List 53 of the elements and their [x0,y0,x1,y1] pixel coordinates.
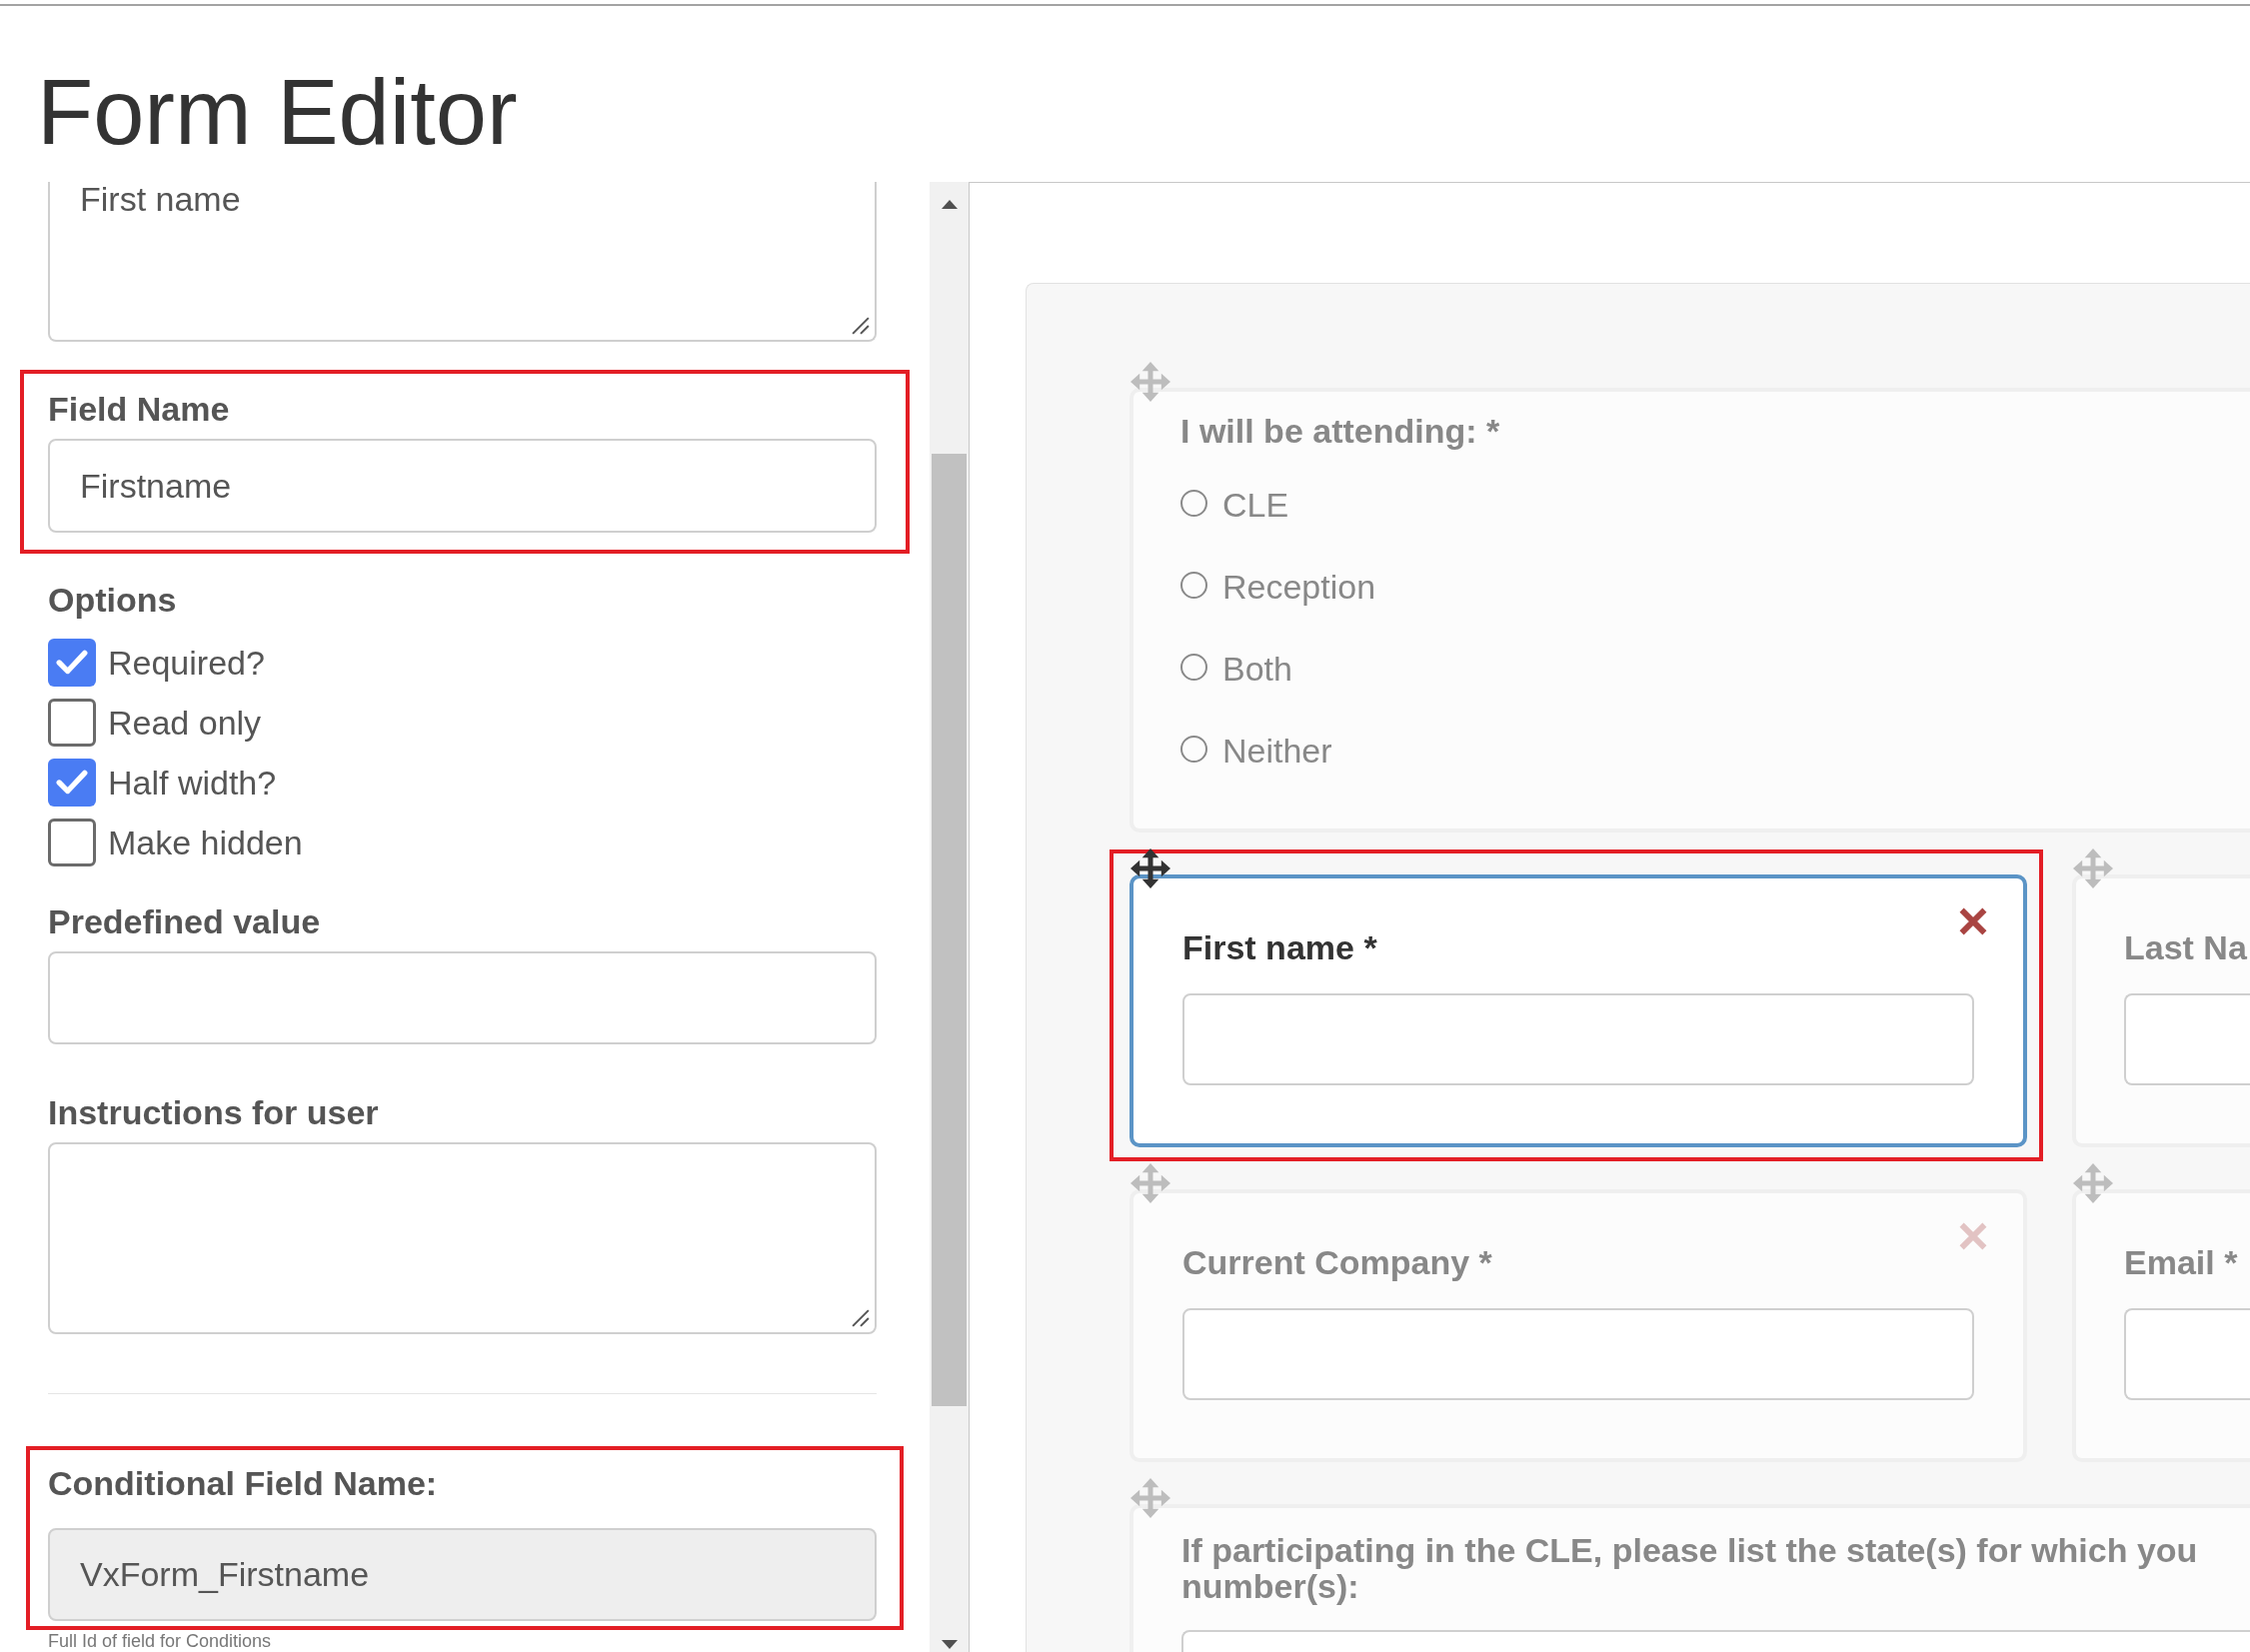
field-label: If participating in the CLE, please list the state(s) for which you number(s): [1181,1532,2198,1604]
field-label: Conditional Field Name: [48,1463,438,1503]
checkbox[interactable] [48,639,96,687]
down-triangle-icon[interactable] [941,1640,958,1649]
form-field-card[interactable]: I will be attending: * CLE Reception Both Neither [1129,388,2250,832]
scrollbar-thumb[interactable] [932,454,967,1406]
radio-button[interactable] [1180,489,1207,517]
form-field-card[interactable]: Current Company * [1129,1189,2027,1462]
input-field[interactable]: Firstname [48,439,877,533]
option-label: Reception [1222,567,1376,607]
checkbox-label: Half width? [108,763,277,803]
move-icon[interactable] [1130,848,1170,888]
checkbox-label: Make hidden [108,823,303,862]
text-area[interactable]: First name [48,182,877,342]
checkbox-label: Read only [108,703,262,743]
input-field[interactable] [1182,1308,1974,1400]
radio-button[interactable] [1180,653,1207,681]
checkbox[interactable] [48,699,96,747]
field-label: Last Na [2124,927,2247,967]
field-label: Field Name [48,389,230,429]
input-field[interactable] [1181,1630,2250,1652]
form-field-card[interactable]: If participating in the CLE, please list the state(s) for which you number(s): [1129,1504,2250,1652]
resize-grip-icon[interactable] [852,317,870,335]
field-label: Predefined value [48,901,321,941]
field-label: I will be attending: * [1180,411,1500,451]
checkmark-icon [56,770,88,796]
input-field[interactable] [48,951,877,1044]
radio-button[interactable] [1180,571,1207,599]
input-field[interactable]: VxForm_Firstname [48,1528,877,1621]
field-label: Current Company * [1182,1242,1492,1282]
up-triangle-icon[interactable] [941,200,958,209]
checkmark-icon [56,650,88,676]
checkbox-label: Required? [108,643,265,683]
hint-text: Full Id of field for Conditions [48,1631,272,1651]
option-label: Neither [1222,731,1332,771]
form-field-card[interactable]: Last Na [2072,874,2250,1147]
option-label: CLE [1222,485,1289,525]
form-field-card[interactable]: Email * [2072,1189,2250,1462]
form-field-card[interactable]: First name * [1129,874,2027,1147]
radio-button[interactable] [1180,735,1207,763]
checkbox[interactable] [48,759,96,807]
field-label: Instructions for user [48,1092,379,1132]
input-field[interactable] [1182,993,1974,1085]
close-icon[interactable] [1959,907,1987,935]
field-label: Options [48,580,177,620]
field-label: Email * [2124,1242,2238,1282]
input-field[interactable] [2124,1308,2250,1400]
option-label: Both [1222,649,1292,689]
checkbox[interactable] [48,819,96,866]
field-label: First name * [1182,927,1377,967]
resize-grip-icon[interactable] [852,1309,870,1327]
input-field[interactable] [2124,993,2250,1085]
page-title: Form Editor [37,66,518,158]
